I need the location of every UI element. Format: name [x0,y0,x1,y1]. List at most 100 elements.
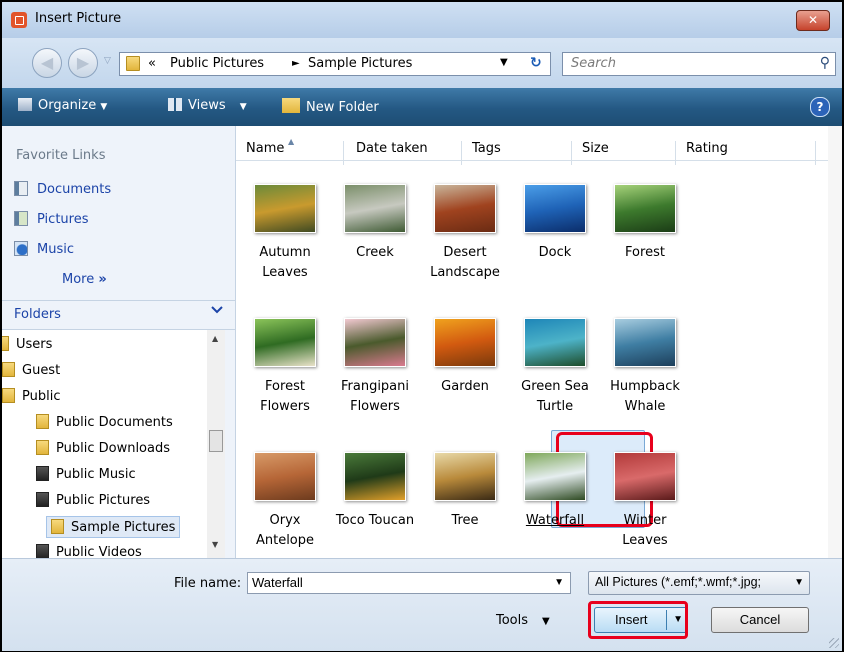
file-item-creek[interactable]: Creek [330,184,420,263]
file-name-input[interactable]: Waterfall ▼ [247,572,571,594]
tree-item-label: Users [16,337,53,352]
more-link[interactable]: More » [62,272,107,287]
tree-item-public-music[interactable]: Public Music [36,466,136,482]
column-rating[interactable]: Rating [676,141,816,165]
tree-item-guest[interactable]: Guest [2,362,60,378]
tree-item-public-videos[interactable]: Public Videos [36,544,142,558]
address-dropdown[interactable]: ▼ [500,57,508,68]
videos-folder-icon [36,544,49,558]
file-label: Winter Leaves [622,513,668,548]
file-item-desert-landscape[interactable]: Desert Landscape [420,184,510,283]
file-list-scrollbar[interactable] [828,126,842,558]
column-name[interactable]: ▲ Name [236,137,344,165]
help-icon[interactable]: ? [810,97,830,117]
sort-ascending-icon: ▲ [288,137,295,146]
file-item-green-sea-turtle[interactable]: Green Sea Turtle [510,318,600,417]
file-item-frangipani-flowers[interactable]: Frangipani Flowers [330,318,420,417]
file-item-garden[interactable]: Garden [420,318,510,397]
folder-icon [36,414,49,429]
column-tags-label: Tags [472,141,501,156]
file-item-winter-leaves[interactable]: Winter Leaves [600,452,690,551]
thumbnail-image [614,184,676,233]
address-bar[interactable]: « Public Pictures ► Sample Pictures ▼ [119,52,551,76]
file-item-toco-toucan[interactable]: Toco Toucan [330,452,420,531]
tree-item-public[interactable]: Public [2,388,60,404]
back-button[interactable]: ◀ [32,48,62,78]
breadcrumb-overflow[interactable]: « [148,56,156,71]
tree-item-public-pictures[interactable]: Public Pictures [36,492,150,508]
views-menu[interactable]: Views ▼ [168,98,247,113]
scroll-up-icon[interactable]: ▲ [212,334,218,343]
tree-item-users[interactable]: Users [2,336,52,352]
folder-icon [2,388,15,403]
favorite-pictures[interactable]: Pictures [14,211,88,227]
folders-header[interactable]: Folders [2,300,235,330]
thumbnail-image [344,184,406,233]
refresh-icon[interactable]: ↻ [530,55,542,71]
thumbnail-image [524,452,586,501]
tree-item-public-documents[interactable]: Public Documents [36,414,173,430]
file-name-label: File name: [174,576,242,591]
breadcrumb-public-pictures[interactable]: Public Pictures [170,56,264,71]
resize-grip-icon[interactable] [829,638,839,648]
favorite-documents[interactable]: Documents [14,181,111,197]
file-label: Forest [625,245,665,260]
insert-picture-dialog: Insert Picture ✕ ◀ ▶ ▽ « Public Pictures… [0,0,844,652]
folders-title: Folders [14,307,61,322]
column-name-label: Name [246,141,285,156]
scroll-down-icon[interactable]: ▼ [212,540,218,549]
column-tags[interactable]: Tags [462,141,572,165]
chevron-down-icon: ▼ [542,616,550,627]
recent-pages-dropdown[interactable]: ▽ [104,53,116,69]
forward-button[interactable]: ▶ [68,48,98,78]
chevron-down-icon: ▼ [239,102,247,112]
file-item-forest-flowers[interactable]: Forest Flowers [240,318,330,417]
search-icon[interactable]: ⚲ [820,55,830,71]
organize-label: Organize [38,98,97,113]
file-item-dock[interactable]: Dock [510,184,600,263]
file-label: Tree [451,513,479,528]
tree-item-public-downloads[interactable]: Public Downloads [36,440,170,456]
chevron-down-icon[interactable]: ▼ [794,577,804,588]
organize-menu[interactable]: Organize ▼ [18,98,107,113]
window-title: Insert Picture [35,11,122,26]
column-date-taken[interactable]: Date taken [344,141,462,165]
breadcrumb-separator[interactable]: ► [292,58,300,69]
breadcrumb-sample-pictures[interactable]: Sample Pictures [308,56,412,71]
favorite-music-label: Music [37,242,74,257]
tree-item-label: Public Downloads [56,441,170,456]
app-icon [11,12,27,28]
search-input[interactable]: Search [571,56,616,71]
file-item-forest[interactable]: Forest [600,184,690,263]
scrollbar-thumb[interactable] [209,430,223,452]
thumbnail-image [434,318,496,367]
file-type-select[interactable]: All Pictures (*.emf;*.wmf;*.jpg; ▼ [588,571,810,595]
tree-item-label: Guest [22,363,61,378]
file-item-humpback-whale[interactable]: Humpback Whale [600,318,690,417]
file-name-dropdown[interactable]: ▼ [554,577,564,588]
new-folder-button[interactable]: New Folder [282,98,379,115]
file-item-autumn-leaves[interactable]: Autumn Leaves [240,184,330,283]
file-name-value[interactable]: Waterfall [252,575,303,590]
tree-item-label: Public Documents [56,415,173,430]
file-label: Creek [356,245,394,260]
favorite-links-title: Favorite Links [16,148,106,163]
favorite-music[interactable]: Music [14,241,74,257]
documents-icon [14,181,28,196]
column-size[interactable]: Size [572,141,676,165]
cancel-button[interactable]: Cancel [711,607,809,633]
chevron-down-icon[interactable] [211,304,223,318]
thumbnail-image [254,452,316,501]
file-item-oryx-antelope[interactable]: Oryx Antelope [240,452,330,551]
dialog-footer: File name: Waterfall ▼ All Pictures (*.e… [2,558,842,651]
tree-item-sample-pictures[interactable]: Sample Pictures [46,516,181,538]
tree-item-label: Public [22,389,61,404]
folder-tree-scrollbar[interactable]: ▲ ▼ [207,330,225,558]
file-item-tree[interactable]: Tree [420,452,510,531]
tools-menu[interactable]: Tools ▼ [496,613,550,628]
file-item-waterfall[interactable]: Waterfall [510,452,600,531]
search-box[interactable]: Search ⚲ [562,52,836,76]
music-icon [14,241,28,256]
new-folder-label: New Folder [306,100,379,115]
close-button[interactable]: ✕ [796,10,830,31]
